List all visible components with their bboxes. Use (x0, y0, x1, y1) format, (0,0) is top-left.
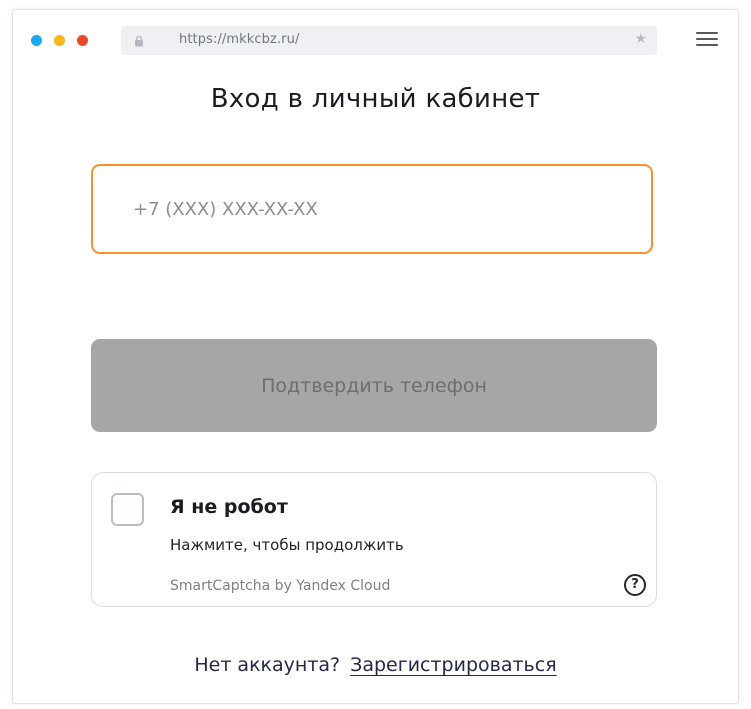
register-prompt: Нет аккаунта? Зарегистрироваться (13, 654, 738, 676)
page-title: Вход в личный кабинет (210, 84, 541, 114)
smartcaptcha-widget[interactable]: Я не робот Нажмите, чтобы продолжить Sma… (91, 472, 657, 607)
captcha-checkbox[interactable] (111, 493, 144, 526)
phone-field (91, 164, 653, 254)
register-link[interactable]: Зарегистрироваться (350, 654, 557, 676)
browser-toolbar: https://mkkcbz.ru/ ★ (13, 10, 738, 72)
help-icon[interactable]: ? (624, 574, 646, 596)
lock-icon (135, 35, 143, 47)
browser-window: https://mkkcbz.ru/ ★ Вход в личный кабин… (12, 9, 739, 704)
window-dot-blue[interactable] (31, 35, 42, 46)
address-bar[interactable]: https://mkkcbz.ru/ ★ (121, 26, 657, 55)
window-dot-yellow[interactable] (54, 35, 65, 46)
window-dot-red[interactable] (77, 35, 88, 46)
hamburger-menu-icon[interactable] (696, 32, 720, 48)
captcha-title: Я не робот (170, 496, 288, 518)
captcha-brand: SmartCaptcha by Yandex Cloud (170, 578, 391, 594)
confirm-phone-button[interactable]: Подтвердить телефон (91, 339, 657, 432)
phone-input[interactable] (93, 166, 651, 252)
address-bar-url: https://mkkcbz.ru/ (179, 32, 300, 47)
star-icon[interactable]: ★ (634, 31, 647, 47)
captcha-hint: Нажмите, чтобы продолжить (170, 536, 404, 554)
no-account-text: Нет аккаунта? (194, 654, 341, 676)
